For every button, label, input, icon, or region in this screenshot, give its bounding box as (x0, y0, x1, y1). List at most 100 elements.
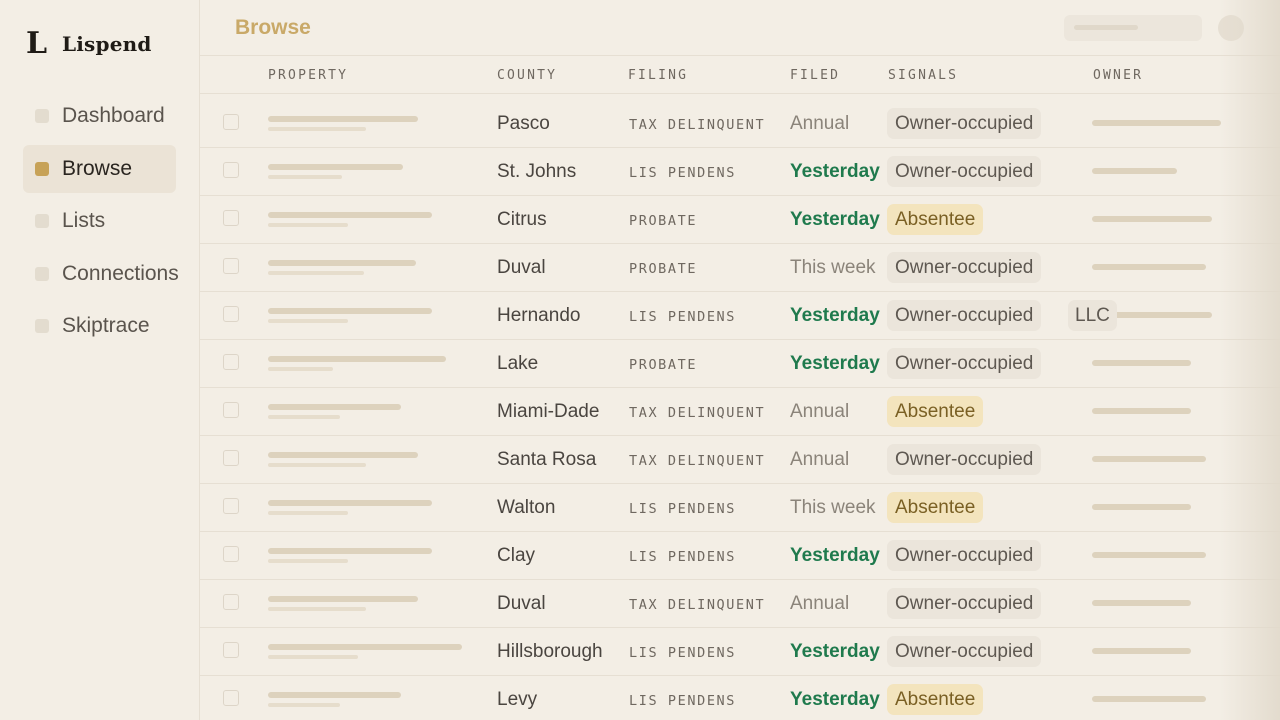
sidebar-item-browse[interactable]: Browse (23, 144, 176, 193)
filing-type-cell: LIS PENDENS (629, 309, 737, 325)
owner-name-placeholder[interactable] (1092, 168, 1177, 174)
filing-type-cell: TAX DELINQUENT (629, 453, 766, 469)
owner-name-placeholder[interactable] (1092, 264, 1206, 270)
filed-date-cell: Annual (790, 113, 850, 134)
row-checkbox[interactable] (223, 210, 239, 226)
row-checkbox[interactable] (223, 690, 239, 706)
owner-name-placeholder[interactable] (1092, 696, 1206, 702)
owner-name-placeholder[interactable] (1092, 552, 1206, 558)
table-row[interactable]: Hillsborough LIS PENDENS Yesterday Owner-oc… (200, 628, 1280, 676)
table-row[interactable]: Pasco TAX DELINQUENT Annual Owner-occupied (200, 100, 1280, 148)
signal-badge: Absentee (887, 204, 984, 235)
avatar[interactable] (1218, 15, 1244, 41)
property-address-placeholder[interactable] (268, 404, 401, 410)
property-address-placeholder[interactable] (268, 260, 416, 266)
property-address-placeholder[interactable] (268, 212, 432, 218)
browse-icon (35, 161, 49, 176)
owner-name-placeholder[interactable] (1092, 120, 1221, 126)
property-address-placeholder[interactable] (268, 644, 462, 650)
property-address-placeholder[interactable] (268, 452, 418, 458)
column-header-signals[interactable]: SIGNALS (888, 68, 958, 83)
column-header-property[interactable]: PROPERTY (268, 68, 348, 83)
owner-name-placeholder[interactable] (1092, 504, 1191, 510)
owner-name-placeholder[interactable] (1092, 216, 1212, 222)
sidebar-item-skiptrace[interactable]: Skiptrace (23, 302, 193, 350)
row-checkbox[interactable] (223, 498, 239, 514)
property-detail-placeholder (268, 703, 340, 707)
sidebar-item-dashboard[interactable]: Dashboard (23, 92, 193, 140)
signal-badge: Owner-occupied (887, 444, 1042, 475)
search-input[interactable] (1064, 15, 1202, 41)
filed-date-cell: Yesterday (790, 353, 880, 374)
table-row[interactable]: Citrus PROBATE Yesterday Absentee (200, 196, 1280, 244)
filed-date-cell: Annual (790, 593, 850, 614)
property-address-placeholder[interactable] (268, 356, 446, 362)
skiptrace-icon (35, 319, 49, 333)
sidebar-item-connections[interactable]: Connections (23, 250, 193, 298)
logo-mark-icon: L (26, 26, 48, 61)
property-address-placeholder[interactable] (268, 596, 418, 602)
property-detail-placeholder (268, 511, 348, 515)
property-address-placeholder[interactable] (268, 548, 432, 554)
filed-date-cell: Yesterday (790, 545, 880, 566)
column-header-county[interactable]: COUNTY (497, 68, 557, 83)
owner-name-placeholder[interactable] (1092, 456, 1206, 462)
table-row[interactable]: Clay LIS PENDENS Yesterday Owner-occupied (200, 532, 1280, 580)
row-checkbox[interactable] (223, 450, 239, 466)
county-cell: Clay (497, 545, 536, 566)
column-header-filing[interactable]: FILING (628, 68, 688, 83)
row-checkbox[interactable] (223, 594, 239, 610)
app-name: Lispend (62, 32, 152, 56)
property-address-placeholder[interactable] (268, 500, 432, 506)
page-title: Browse (235, 16, 311, 39)
signal-badge: Absentee (887, 684, 984, 715)
county-cell: Duval (497, 257, 546, 278)
filing-type-cell: LIS PENDENS (629, 501, 737, 517)
row-checkbox[interactable] (223, 546, 239, 562)
sidebar-item-lists[interactable]: Lists (23, 197, 193, 245)
property-address-placeholder[interactable] (268, 692, 401, 698)
property-detail-placeholder (268, 463, 366, 467)
county-cell: Duval (497, 593, 546, 614)
row-checkbox[interactable] (223, 258, 239, 274)
table-row[interactable]: Duval TAX DELINQUENT Annual Owner-occupied (200, 580, 1280, 628)
owner-name-placeholder[interactable] (1092, 408, 1191, 414)
county-cell: Lake (497, 353, 539, 374)
table-row[interactable]: Miami-Dade TAX DELINQUENT Annual Absentee (200, 388, 1280, 436)
county-cell: Walton (497, 497, 556, 518)
table-row[interactable]: Lake PROBATE Yesterday Owner-occupied (200, 340, 1280, 388)
row-checkbox[interactable] (223, 642, 239, 658)
property-address-placeholder[interactable] (268, 308, 432, 314)
header-divider (200, 93, 1280, 94)
property-detail-placeholder (268, 223, 348, 227)
signal-badge: Absentee (887, 492, 984, 523)
county-cell: Hillsborough (497, 641, 603, 662)
dashboard-icon (35, 109, 49, 123)
filed-date-cell: This week (790, 497, 876, 518)
property-address-placeholder[interactable] (268, 116, 418, 122)
row-checkbox[interactable] (223, 114, 239, 130)
table-row[interactable]: Hernando LIS PENDENS Yesterday Owner-occupi… (200, 292, 1280, 340)
owner-name-placeholder[interactable] (1092, 360, 1191, 366)
row-checkbox[interactable] (223, 402, 239, 418)
row-checkbox[interactable] (223, 306, 239, 322)
table-row[interactable]: Duval PROBATE This week Owner-occupied (200, 244, 1280, 292)
sidebar-item-label: Lists (62, 209, 106, 232)
column-header-filed[interactable]: FILED (790, 68, 840, 83)
row-checkbox[interactable] (223, 162, 239, 178)
county-cell: Hernando (497, 305, 581, 326)
column-header-owner[interactable]: OWNER (1093, 68, 1143, 83)
table-row[interactable]: Walton LIS PENDENS This week Absentee (200, 484, 1280, 532)
owner-name-placeholder[interactable] (1092, 600, 1191, 606)
county-cell: Levy (497, 689, 538, 710)
row-checkbox[interactable] (223, 354, 239, 370)
filed-date-cell: Yesterday (790, 209, 880, 230)
table-row[interactable]: Levy LIS PENDENS Yesterday Absentee (200, 676, 1280, 720)
property-address-placeholder[interactable] (268, 164, 403, 170)
filing-type-cell: TAX DELINQUENT (629, 597, 766, 613)
owner-name-placeholder[interactable] (1092, 648, 1191, 654)
table-row[interactable]: St. Johns LIS PENDENS Yesterday Owner-occup… (200, 148, 1280, 196)
logo[interactable]: L Lispend (26, 28, 152, 60)
table-row[interactable]: Santa Rosa TAX DELINQUENT Annual Owner-occu… (200, 436, 1280, 484)
app-window: L Lispend Dashboard Browse Lists Connection… (0, 0, 1280, 720)
